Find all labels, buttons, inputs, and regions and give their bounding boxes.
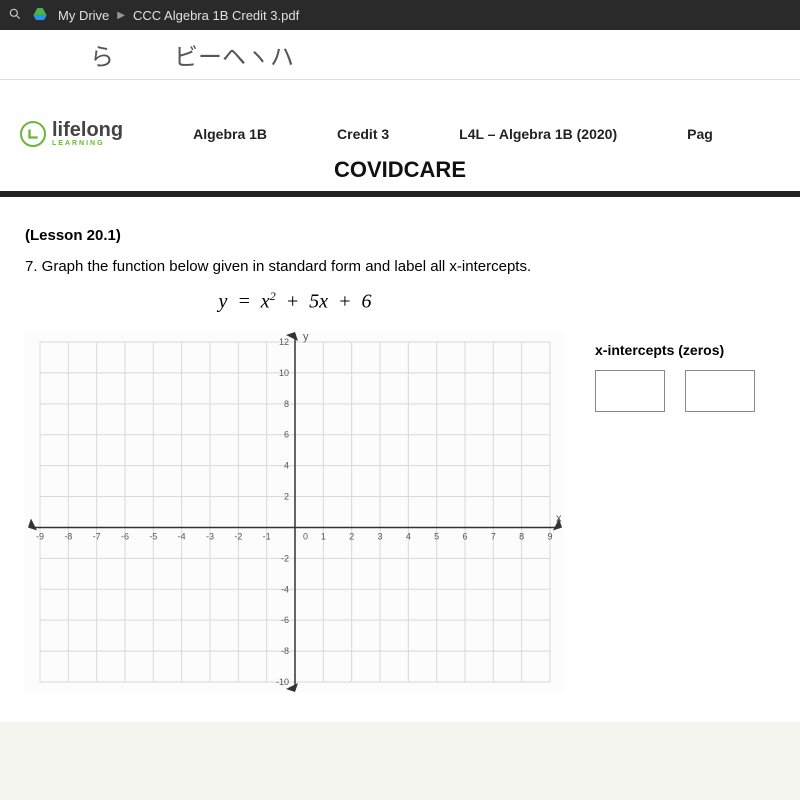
logo-icon [20, 121, 46, 147]
answers-panel: x-intercepts (zeros) [595, 332, 755, 412]
handwriting-mark: ビーヘヽハ [174, 37, 294, 72]
handwriting-mark: ら [90, 37, 114, 72]
lesson-label: (Lesson 20.1) [25, 227, 775, 244]
svg-text:1: 1 [321, 531, 326, 541]
page-title: COVIDCARE [20, 157, 780, 183]
brand-subtitle: LEARNING [52, 140, 123, 147]
svg-text:2: 2 [284, 491, 289, 501]
chevron-right-icon: ▶ [117, 10, 125, 21]
equation: y = x2 + 5x + 6 [25, 289, 565, 314]
answers-label: x-intercepts (zeros) [595, 342, 755, 358]
handwriting-strip: ら ビーヘヽハ [0, 30, 800, 80]
browser-header: My Drive ▶ CCC Algebra 1B Credit 3.pdf [0, 0, 800, 30]
svg-text:0: 0 [303, 531, 308, 541]
header-course: Algebra 1B [193, 126, 267, 142]
svg-text:-9: -9 [36, 531, 44, 541]
breadcrumb-filename: CCC Algebra 1B Credit 3.pdf [133, 8, 299, 23]
brand-name: lifelong [52, 120, 123, 140]
svg-text:4: 4 [406, 531, 411, 541]
svg-text:y: y [303, 332, 309, 343]
spacer [0, 80, 800, 120]
svg-text:x: x [556, 512, 562, 524]
question-text: 7. Graph the function below given in sta… [25, 258, 775, 275]
x-intercept-input-2[interactable] [685, 370, 755, 412]
doc-header: lifelong LEARNING Algebra 1B Credit 3 L4… [0, 120, 800, 191]
svg-text:12: 12 [279, 337, 289, 347]
svg-text:-2: -2 [234, 531, 242, 541]
svg-text:6: 6 [462, 531, 467, 541]
svg-text:-6: -6 [281, 615, 289, 625]
svg-text:8: 8 [519, 531, 524, 541]
brand-logo: lifelong LEARNING [20, 120, 123, 147]
svg-text:-5: -5 [149, 531, 157, 541]
content-area: (Lesson 20.1) 7. Graph the function belo… [0, 197, 800, 722]
svg-text:-4: -4 [281, 584, 289, 594]
coordinate-grid: -9-8-7-6-5-4-3-2-10123456789-10-8-6-4-22… [25, 332, 565, 692]
svg-text:9: 9 [547, 531, 552, 541]
x-intercept-input-1[interactable] [595, 370, 665, 412]
svg-text:-1: -1 [263, 531, 271, 541]
svg-text:-8: -8 [281, 646, 289, 656]
header-credit: Credit 3 [337, 126, 389, 142]
svg-text:8: 8 [284, 398, 289, 408]
svg-text:-4: -4 [178, 531, 186, 541]
svg-text:10: 10 [279, 368, 289, 378]
svg-text:-3: -3 [206, 531, 214, 541]
svg-text:-7: -7 [93, 531, 101, 541]
svg-text:-2: -2 [281, 553, 289, 563]
svg-text:-6: -6 [121, 531, 129, 541]
svg-text:6: 6 [284, 429, 289, 439]
header-page: Pag [687, 126, 713, 142]
svg-text:2: 2 [349, 531, 354, 541]
svg-text:7: 7 [491, 531, 496, 541]
search-icon[interactable] [8, 7, 22, 24]
svg-text:3: 3 [377, 531, 382, 541]
breadcrumb-drive[interactable]: My Drive [58, 8, 109, 23]
svg-text:5: 5 [434, 531, 439, 541]
svg-text:4: 4 [284, 460, 289, 470]
svg-text:-10: -10 [276, 677, 289, 687]
header-version: L4L – Algebra 1B (2020) [459, 126, 617, 142]
breadcrumb: My Drive ▶ CCC Algebra 1B Credit 3.pdf [58, 8, 299, 23]
svg-text:-8: -8 [64, 531, 72, 541]
drive-icon[interactable] [32, 6, 48, 25]
